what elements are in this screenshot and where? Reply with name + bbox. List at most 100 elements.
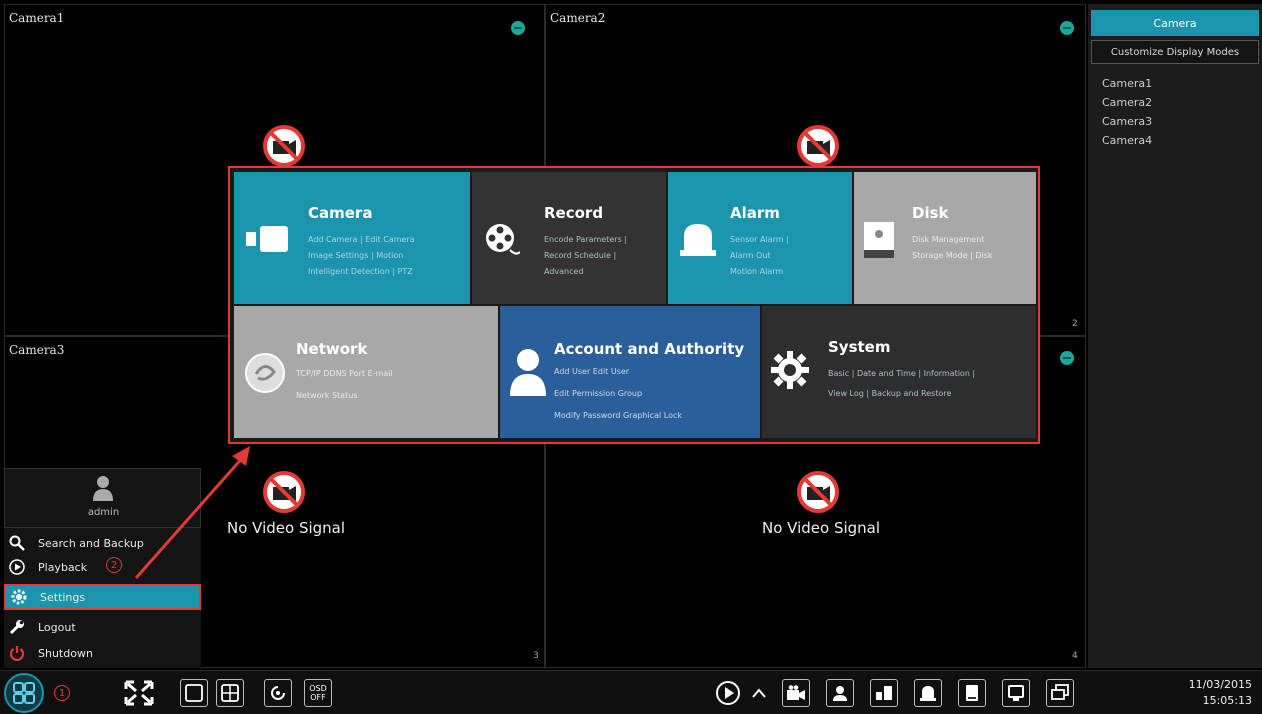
tile-desc: Network Status [296,391,358,400]
tile-desc: Edit Permission Group [554,389,643,398]
network-button[interactable] [1002,679,1030,707]
tile-desc: Disk Management [912,235,985,244]
tile-desc: Alarm Out [730,251,771,260]
osd-label: OSD [309,684,327,693]
customize-display-modes-button[interactable]: Customize Display Modes [1091,40,1259,64]
tile-title: Disk [912,204,949,222]
alarm-button[interactable] [914,679,942,707]
no-video-label: No Video Signal [227,519,346,537]
camera-list-item[interactable]: Camera2 [1102,93,1262,112]
user-box: admin [4,468,201,528]
osd-toggle-button[interactable]: OSD OFF [304,679,332,707]
no-video-icon [797,125,839,167]
play-icon [8,558,26,576]
disk-button[interactable] [958,679,986,707]
menu-item-label: Shutdown [38,646,93,660]
menu-item-shutdown[interactable]: Shutdown [4,640,201,666]
alarm-siren-icon [680,224,716,256]
fullscreen-button[interactable] [122,679,156,707]
menu-item-settings[interactable]: Settings [4,584,201,610]
camera-list-item[interactable]: Camera1 [1102,74,1262,93]
user-icon [510,349,546,396]
panel-tab-camera[interactable]: Camera [1091,10,1259,36]
camera-list-panel: Camera Customize Display Modes Camera1 C… [1088,4,1262,668]
multi-monitor-icon [1051,684,1069,700]
camera-name: Camera3 [9,343,65,357]
disk-icon [966,685,978,701]
clock-date: 11/03/2015 [1188,678,1252,691]
tile-title: Camera [308,204,373,222]
tile-desc: Image Settings | Motion [308,251,404,260]
expand-button[interactable] [748,679,770,707]
tile-desc: Motion Alarm [730,267,784,276]
monitor-icon [1008,685,1024,701]
menu-tile-disk[interactable]: Disk Disk Management Storage Mode | Disk [854,172,1036,304]
menu-tile-system[interactable]: System Basic | Date and Time | Informati… [762,306,1036,438]
gear-icon [771,351,809,389]
video-camera-icon [246,226,288,252]
camera-status-icon [1060,351,1074,365]
bottom-toolbar: 1 OSD OFF 11/03/2015 15:05:13 [0,670,1262,714]
start-menu-button[interactable] [4,673,44,713]
tile-title: System [828,338,891,356]
multi-screen-button[interactable] [1046,679,1074,707]
menu-item-label: Search and Backup [38,536,144,550]
camera-status-icon [511,21,525,35]
manual-record-button[interactable] [782,679,810,707]
chevron-up-icon [752,688,766,698]
menu-item-label: Playback [38,560,88,574]
speaker-icon [876,686,892,700]
menu-tile-alarm[interactable]: Alarm Sensor Alarm | Alarm Out Motion Al… [668,172,852,304]
menu-tile-account[interactable]: Account and Authority Add User Edit User… [500,306,760,438]
tile-title: Record [544,204,604,222]
step-badge-2: 2 [106,557,122,573]
camera-name: Camera1 [9,11,65,25]
sequence-view-button[interactable] [264,679,292,707]
menu-tile-network[interactable]: Network TCP/IP DDNS Port E-mail Network … [234,306,498,438]
user-name: admin [87,507,120,518]
no-video-icon [263,125,305,167]
play-circle-icon [716,681,740,705]
menu-item-label: Logout [38,620,76,634]
tile-desc: Advanced [544,267,584,276]
tile-title: Network [296,340,368,358]
clock-time: 15:05:13 [1202,694,1252,707]
playback-button[interactable] [712,679,744,707]
step-badge-1: 1 [54,685,70,701]
audio-button[interactable] [870,679,898,707]
layout-1-button[interactable] [180,679,208,707]
menu-item-playback[interactable]: Playback [4,554,201,580]
camera-list-item[interactable]: Camera4 [1102,131,1262,150]
menu-tile-camera[interactable]: Camera Add Camera | Edit Camera Image Se… [234,172,470,304]
tile-desc: Storage Mode | Disk [912,251,993,260]
refresh-icon [271,686,285,700]
menu-item-search-backup[interactable]: Search and Backup [4,530,201,556]
menu-item-logout[interactable]: Logout [4,614,201,640]
tile-desc: Add User Edit User [554,367,630,376]
tile-desc: Intelligent Detection | PTZ [308,267,413,276]
menu-tile-record[interactable]: Record Encode Parameters | Record Schedu… [472,172,666,304]
quad-view-icon [221,684,239,702]
tile-desc: Modify Password Graphical Lock [554,411,683,420]
single-view-icon [185,684,203,702]
tile-desc: Record Schedule | [544,251,617,260]
osd-state: OFF [310,693,326,702]
snapshot-button[interactable] [826,679,854,707]
camera-list: Camera1 Camera2 Camera3 Camera4 [1102,74,1262,150]
camera-list-item[interactable]: Camera3 [1102,112,1262,131]
alarm-icon [920,686,936,701]
search-icon [8,534,26,552]
layout-4-button[interactable] [216,679,244,707]
user-card-icon [833,686,847,701]
camera-status-icon [1060,21,1074,35]
power-icon [8,644,26,662]
no-video-label: No Video Signal [762,519,881,537]
camera-name: Camera2 [550,11,606,25]
tile-desc: Encode Parameters | [544,235,627,244]
hard-disk-icon [864,222,894,258]
tile-number: 4 [1072,651,1078,661]
no-video-icon [263,471,305,513]
tile-desc: TCP/IP DDNS Port E-mail [296,369,393,378]
no-video-icon [797,471,839,513]
settings-menu: Camera Add Camera | Edit Camera Image Se… [228,166,1040,444]
